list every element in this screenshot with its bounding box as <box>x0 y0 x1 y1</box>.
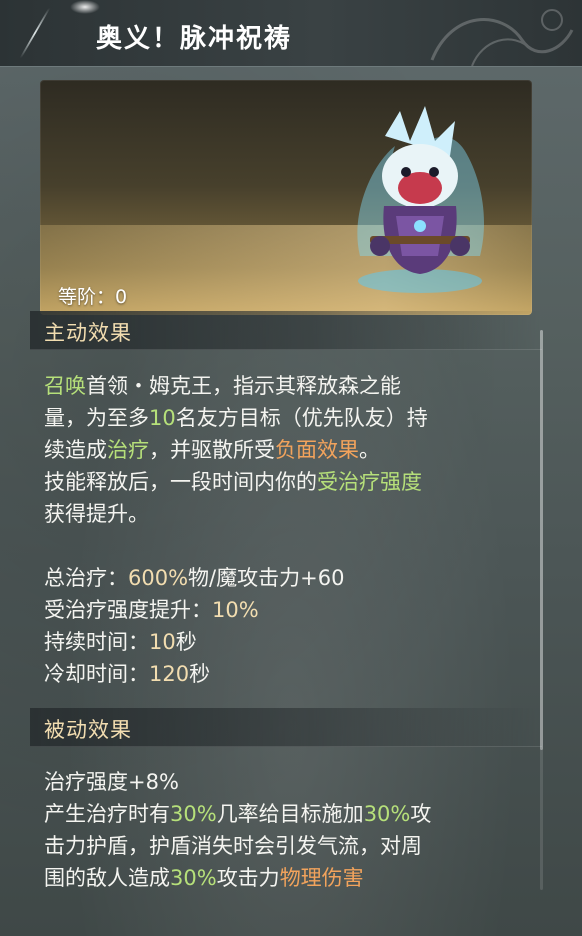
stat-value: 10% <box>212 598 259 622</box>
description-text: 获得提升。 <box>44 502 149 526</box>
stat-suffix: 秒 <box>175 630 197 654</box>
stat-label: 冷却时间： <box>44 662 149 686</box>
stat-healing-received: 受治疗强度提升：10% <box>44 594 534 626</box>
stat-total-heal: 总治疗：600%物/魔攻击力+60 <box>44 562 534 594</box>
description-text: 。 <box>359 438 380 462</box>
stat-value: 120 <box>149 662 190 686</box>
stat-value: 10 <box>149 630 176 654</box>
description-text: 量，为至多 <box>44 406 149 430</box>
physical-damage-keyword: 物理伤害 <box>279 866 364 890</box>
description-text: ，并驱散所受 <box>149 438 275 462</box>
summon-keyword: 召唤 <box>44 374 86 398</box>
shield-value: 30% <box>363 802 411 826</box>
stat-duration: 持续时间：10秒 <box>44 626 534 658</box>
scrollbar-thumb[interactable] <box>540 330 543 750</box>
description-text: 治疗强度+8% <box>44 770 179 794</box>
description-line: 击力护盾，护盾消失时会引发气流，对周 <box>44 830 534 862</box>
chance-value: 30% <box>170 802 217 826</box>
description-text: 攻 <box>410 802 432 826</box>
stat-suffix: 秒 <box>189 662 211 686</box>
description-scrollbar[interactable] <box>540 330 543 890</box>
active-effect-stats: 总治疗：600%物/魔攻击力+60 受治疗强度提升：10% 持续时间：10秒 冷… <box>44 562 534 690</box>
description-text: 攻击力 <box>216 866 280 890</box>
passive-effect-header: 被动效果 <box>30 708 542 747</box>
healing-received-keyword: 受治疗强度 <box>317 470 422 494</box>
description-text: 技能释放后，一段时间内你的 <box>44 470 317 494</box>
active-effect-description: 召唤首领・姆克王，指示其释放森之能 量，为至多10名友方目标（优先队友）持 续造… <box>44 370 534 530</box>
description-text: 几率给目标施加 <box>216 802 364 826</box>
heal-keyword: 治疗 <box>107 438 149 462</box>
skill-art-box: 等阶：0 <box>40 80 532 315</box>
active-effect-title: 主动效果 <box>44 321 132 345</box>
description-line: 围的敌人造成30%攻击力物理伤害 <box>44 862 534 894</box>
description-line: 召唤首领・姆克王，指示其释放森之能 <box>44 370 534 402</box>
ornament-swirl-icon <box>430 9 574 66</box>
description-text: 续造成 <box>44 438 107 462</box>
stat-cooldown: 冷却时间：120秒 <box>44 658 534 690</box>
description-text: 击力护盾，护盾消失时会引发气流，对周 <box>44 834 422 858</box>
title-bar: 奥义！脉冲祝祷 <box>0 0 582 67</box>
stat-label: 持续时间： <box>44 630 149 654</box>
description-line: 获得提升。 <box>44 498 534 530</box>
mook-king-hero-icon <box>357 106 485 293</box>
description-text: 首领・姆克王，指示其释放森之能 <box>86 374 401 398</box>
description-text: 产生治疗时有 <box>44 802 170 826</box>
description-line: 产生治疗时有30%几率给目标施加30%攻 <box>44 798 534 830</box>
passive-effect-title: 被动效果 <box>44 718 132 742</box>
description-line: 治疗强度+8% <box>44 766 534 798</box>
title-accent-line <box>19 8 51 58</box>
description-line: 续造成治疗，并驱散所受负面效果。 <box>44 434 534 466</box>
title-glow <box>70 0 100 14</box>
stat-suffix: 物/魔攻击力+60 <box>188 566 345 590</box>
damage-value: 30% <box>170 866 217 890</box>
description-line: 技能释放后，一段时间内你的受治疗强度 <box>44 466 534 498</box>
description-text: 围的敌人造成 <box>44 866 170 890</box>
stat-value: 600% <box>128 566 189 590</box>
description-text: 名友方目标（优先队友）持 <box>175 406 428 430</box>
passive-effect-description: 治疗强度+8% 产生治疗时有30%几率给目标施加30%攻 击力护盾，护盾消失时会… <box>44 766 534 894</box>
skill-title: 奥义！脉冲祝祷 <box>96 24 293 54</box>
target-count-value: 10 <box>149 406 176 430</box>
stat-label: 总治疗： <box>44 566 128 590</box>
active-effect-header: 主动效果 <box>30 311 542 350</box>
rank-label: 等阶：0 <box>58 286 128 308</box>
stat-label: 受治疗强度提升： <box>44 598 212 622</box>
debuff-keyword: 负面效果 <box>275 438 359 462</box>
description-line: 量，为至多10名友方目标（优先队友）持 <box>44 402 534 434</box>
